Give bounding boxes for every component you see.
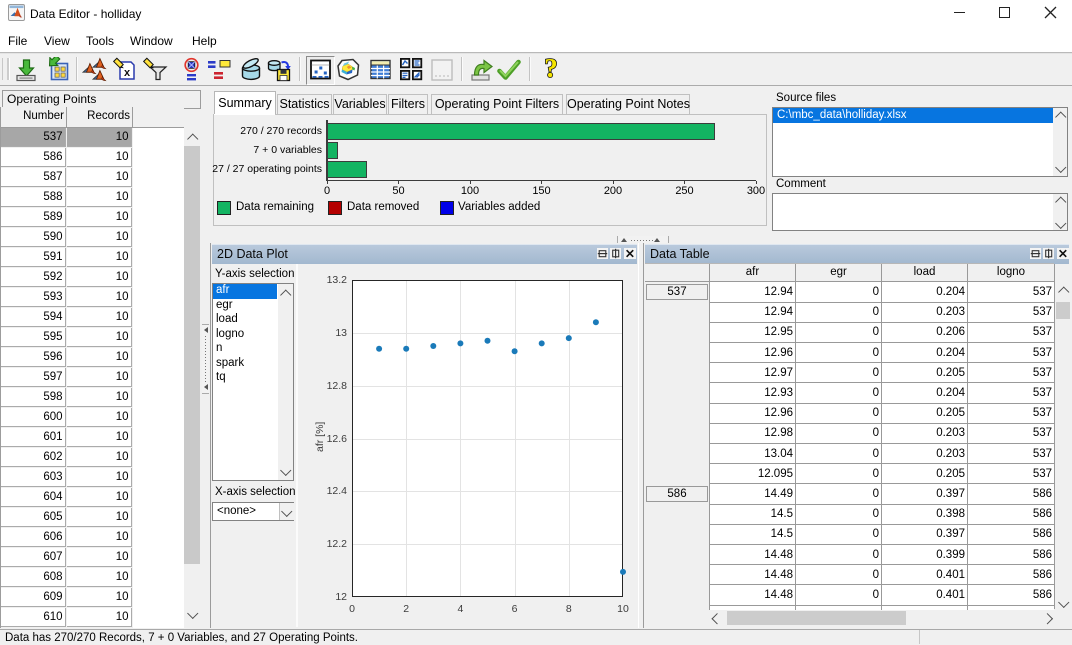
svg-text:x: x: [124, 67, 131, 79]
svg-text:?: ?: [544, 56, 558, 82]
